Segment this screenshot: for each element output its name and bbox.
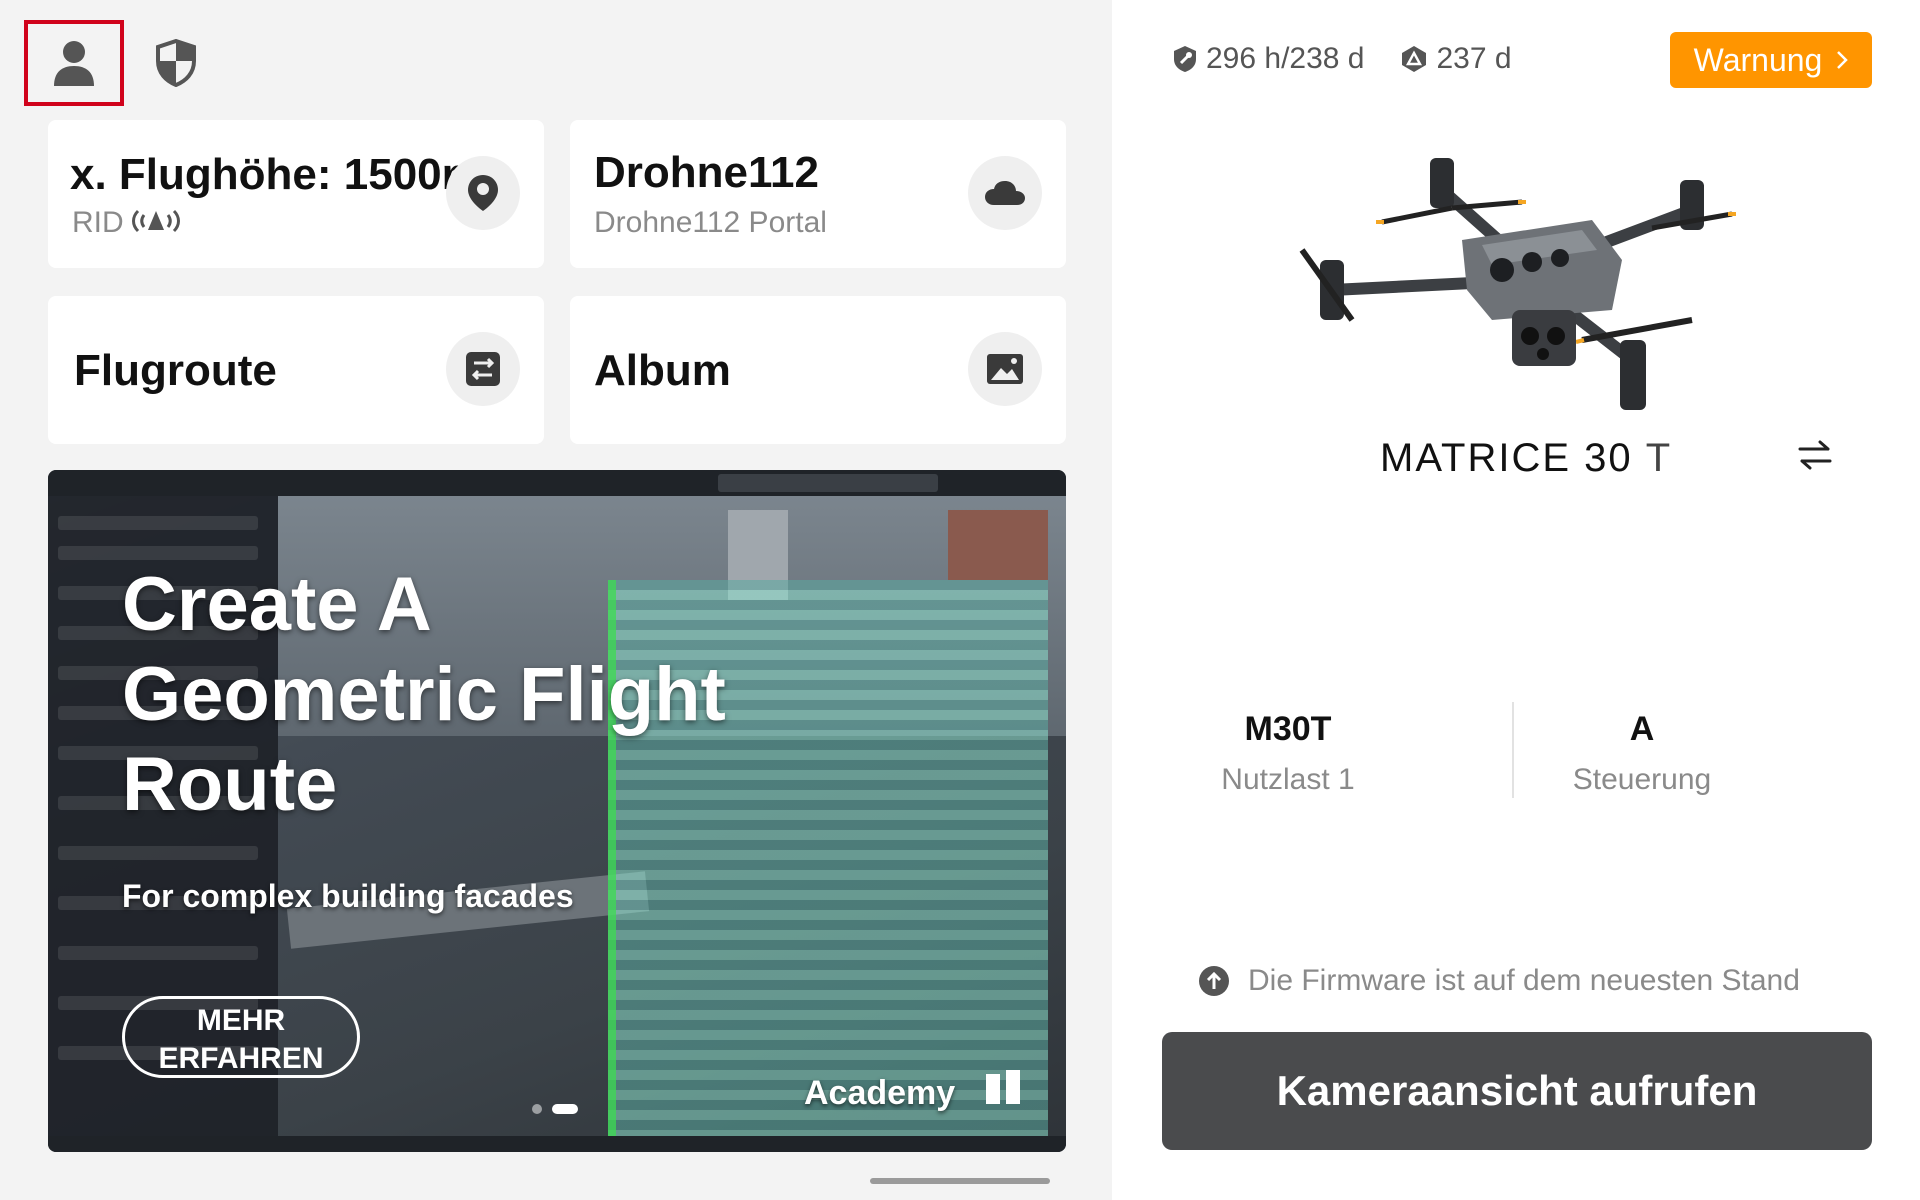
academy-logo-icon [986, 1070, 1020, 1104]
location-button[interactable] [446, 156, 520, 230]
top-icon-bar [24, 20, 206, 106]
drohne-portal-label: Drohne112 Portal [594, 206, 827, 239]
left-pane: x. Flughöhe: 1500m RID Drohne112 Drohne1… [0, 0, 1112, 1200]
flight-altitude-title: x. Flughöhe: 1500m [70, 150, 481, 199]
background-building [948, 510, 1048, 580]
payload-value: M30T [1244, 710, 1332, 748]
banner-headline: Create A Geometric Flight Route [122, 562, 726, 827]
drohne-portal-card[interactable]: Drohne112 Drohne112 Portal [570, 120, 1066, 268]
album-button[interactable] [968, 332, 1042, 406]
maintenance-days-stat: 237 d [1400, 42, 1512, 76]
banner-bottom-bar [48, 1136, 1066, 1152]
security-button[interactable] [146, 20, 206, 106]
swap-icon[interactable] [1798, 440, 1832, 470]
firmware-status[interactable]: Die Firmware ist auf dem neuesten Stand [1198, 964, 1800, 998]
drone-model-name: MATRICE 30 T [1380, 436, 1672, 481]
rid-label: RID [72, 206, 124, 239]
album-title: Album [594, 346, 731, 395]
triangle-alert-icon [1402, 46, 1427, 72]
banner-subline: For complex building facades [122, 878, 574, 914]
flight-hours-stat: 296 h/238 d [1172, 42, 1364, 76]
payload-label: Nutzlast 1 [1221, 763, 1355, 796]
warning-button[interactable]: Warnung [1670, 32, 1872, 88]
carousel-dot-active[interactable] [552, 1104, 578, 1114]
broadcast-icon [132, 209, 180, 233]
album-card[interactable]: Album [570, 296, 1066, 444]
control-info[interactable]: A Steuerung [1492, 710, 1792, 797]
drone-image [1299, 158, 1736, 410]
drone-model-text: MATRICE 30 [1380, 436, 1633, 480]
academy-banner[interactable]: Create A Geometric Flight Route For comp… [48, 470, 1066, 1152]
warning-label: Warnung [1693, 41, 1823, 78]
wrench-icon [1174, 46, 1196, 72]
control-value: A [1629, 710, 1655, 748]
upload-arrow-icon [1199, 966, 1229, 996]
route-icon [466, 352, 500, 386]
banner-tab-pill [718, 474, 938, 492]
carousel-dots[interactable] [532, 1104, 578, 1114]
academy-label: Academy [804, 1074, 956, 1112]
firmware-status-text: Die Firmware ist auf dem neuesten Stand [1248, 964, 1800, 997]
person-icon [54, 41, 94, 86]
route-button[interactable] [446, 332, 520, 406]
image-icon [987, 354, 1023, 384]
cloud-button[interactable] [968, 156, 1042, 230]
drohne-title: Drohne112 [594, 148, 819, 197]
shield-icon [156, 39, 196, 87]
flight-hours-text: 296 h/238 d [1206, 42, 1365, 75]
maintenance-stats: 296 h/238 d 237 d [1172, 42, 1512, 76]
cloud-icon [985, 181, 1025, 205]
location-pin-icon [468, 175, 498, 211]
learn-more-button[interactable]: MEHR ERFAHREN [122, 996, 360, 1078]
control-label: Steuerung [1572, 763, 1712, 796]
chevron-right-icon [1837, 51, 1849, 69]
flight-route-card[interactable]: Flugroute [48, 296, 544, 444]
home-indicator[interactable] [870, 1178, 1050, 1184]
flight-altitude-card[interactable]: x. Flughöhe: 1500m RID [48, 120, 544, 268]
flight-route-title: Flugroute [74, 346, 277, 395]
maintenance-days-text: 237 d [1436, 42, 1512, 75]
right-pane: 296 h/238 d 237 d Warnung MATRICE 30 T M… [1112, 0, 1920, 1200]
camera-view-button[interactable]: Kameraansicht aufrufen [1162, 1032, 1872, 1150]
drone-model-suffix: T [1645, 436, 1673, 480]
user-profile-button[interactable] [24, 20, 124, 106]
payload-info[interactable]: M30T Nutzlast 1 [1138, 710, 1438, 797]
carousel-dot[interactable] [532, 1104, 542, 1114]
